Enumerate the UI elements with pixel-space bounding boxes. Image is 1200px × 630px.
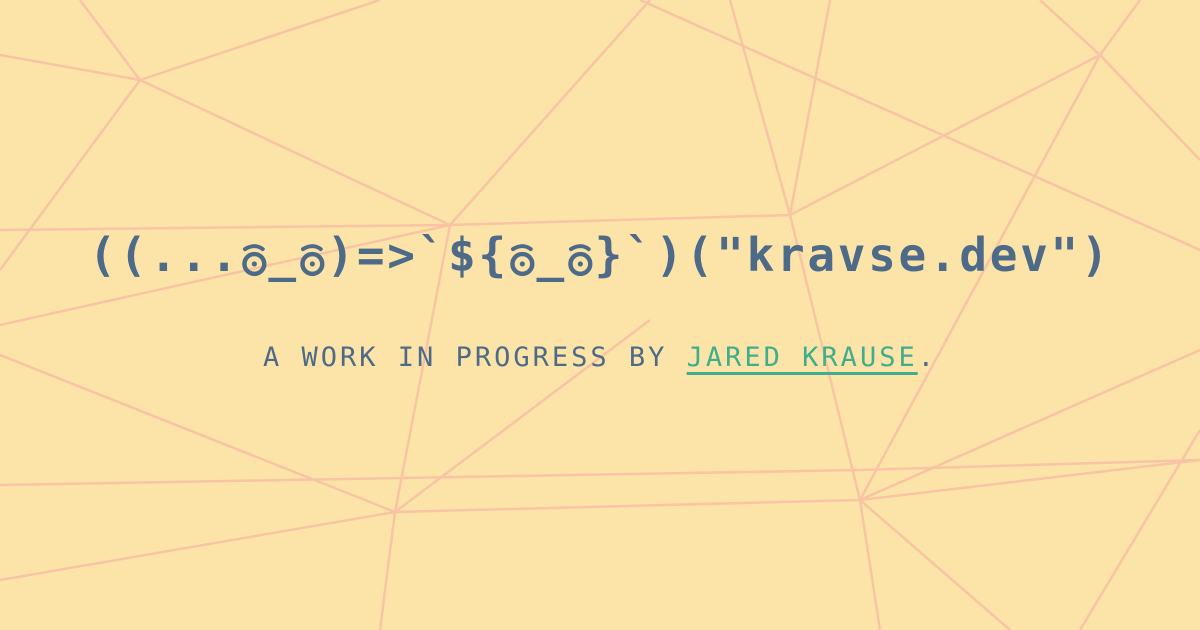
disapproval-eye-icon [568, 244, 593, 277]
subtitle-suffix: . [917, 342, 937, 373]
subtitle: A WORK IN PROGRESS BY JARED KRAUSE. [0, 342, 1200, 373]
author-link[interactable]: JARED KRAUSE [687, 342, 918, 373]
background-lines [0, 0, 1200, 630]
subtitle-prefix: A WORK IN PROGRESS BY [263, 342, 687, 373]
disapproval-eye-icon [241, 244, 267, 277]
site-title: ((... _)=>`${_}`)("kravse.dev") [88, 228, 1112, 282]
disapproval-eye-icon [510, 244, 535, 277]
disapproval-eye-icon [299, 244, 325, 277]
